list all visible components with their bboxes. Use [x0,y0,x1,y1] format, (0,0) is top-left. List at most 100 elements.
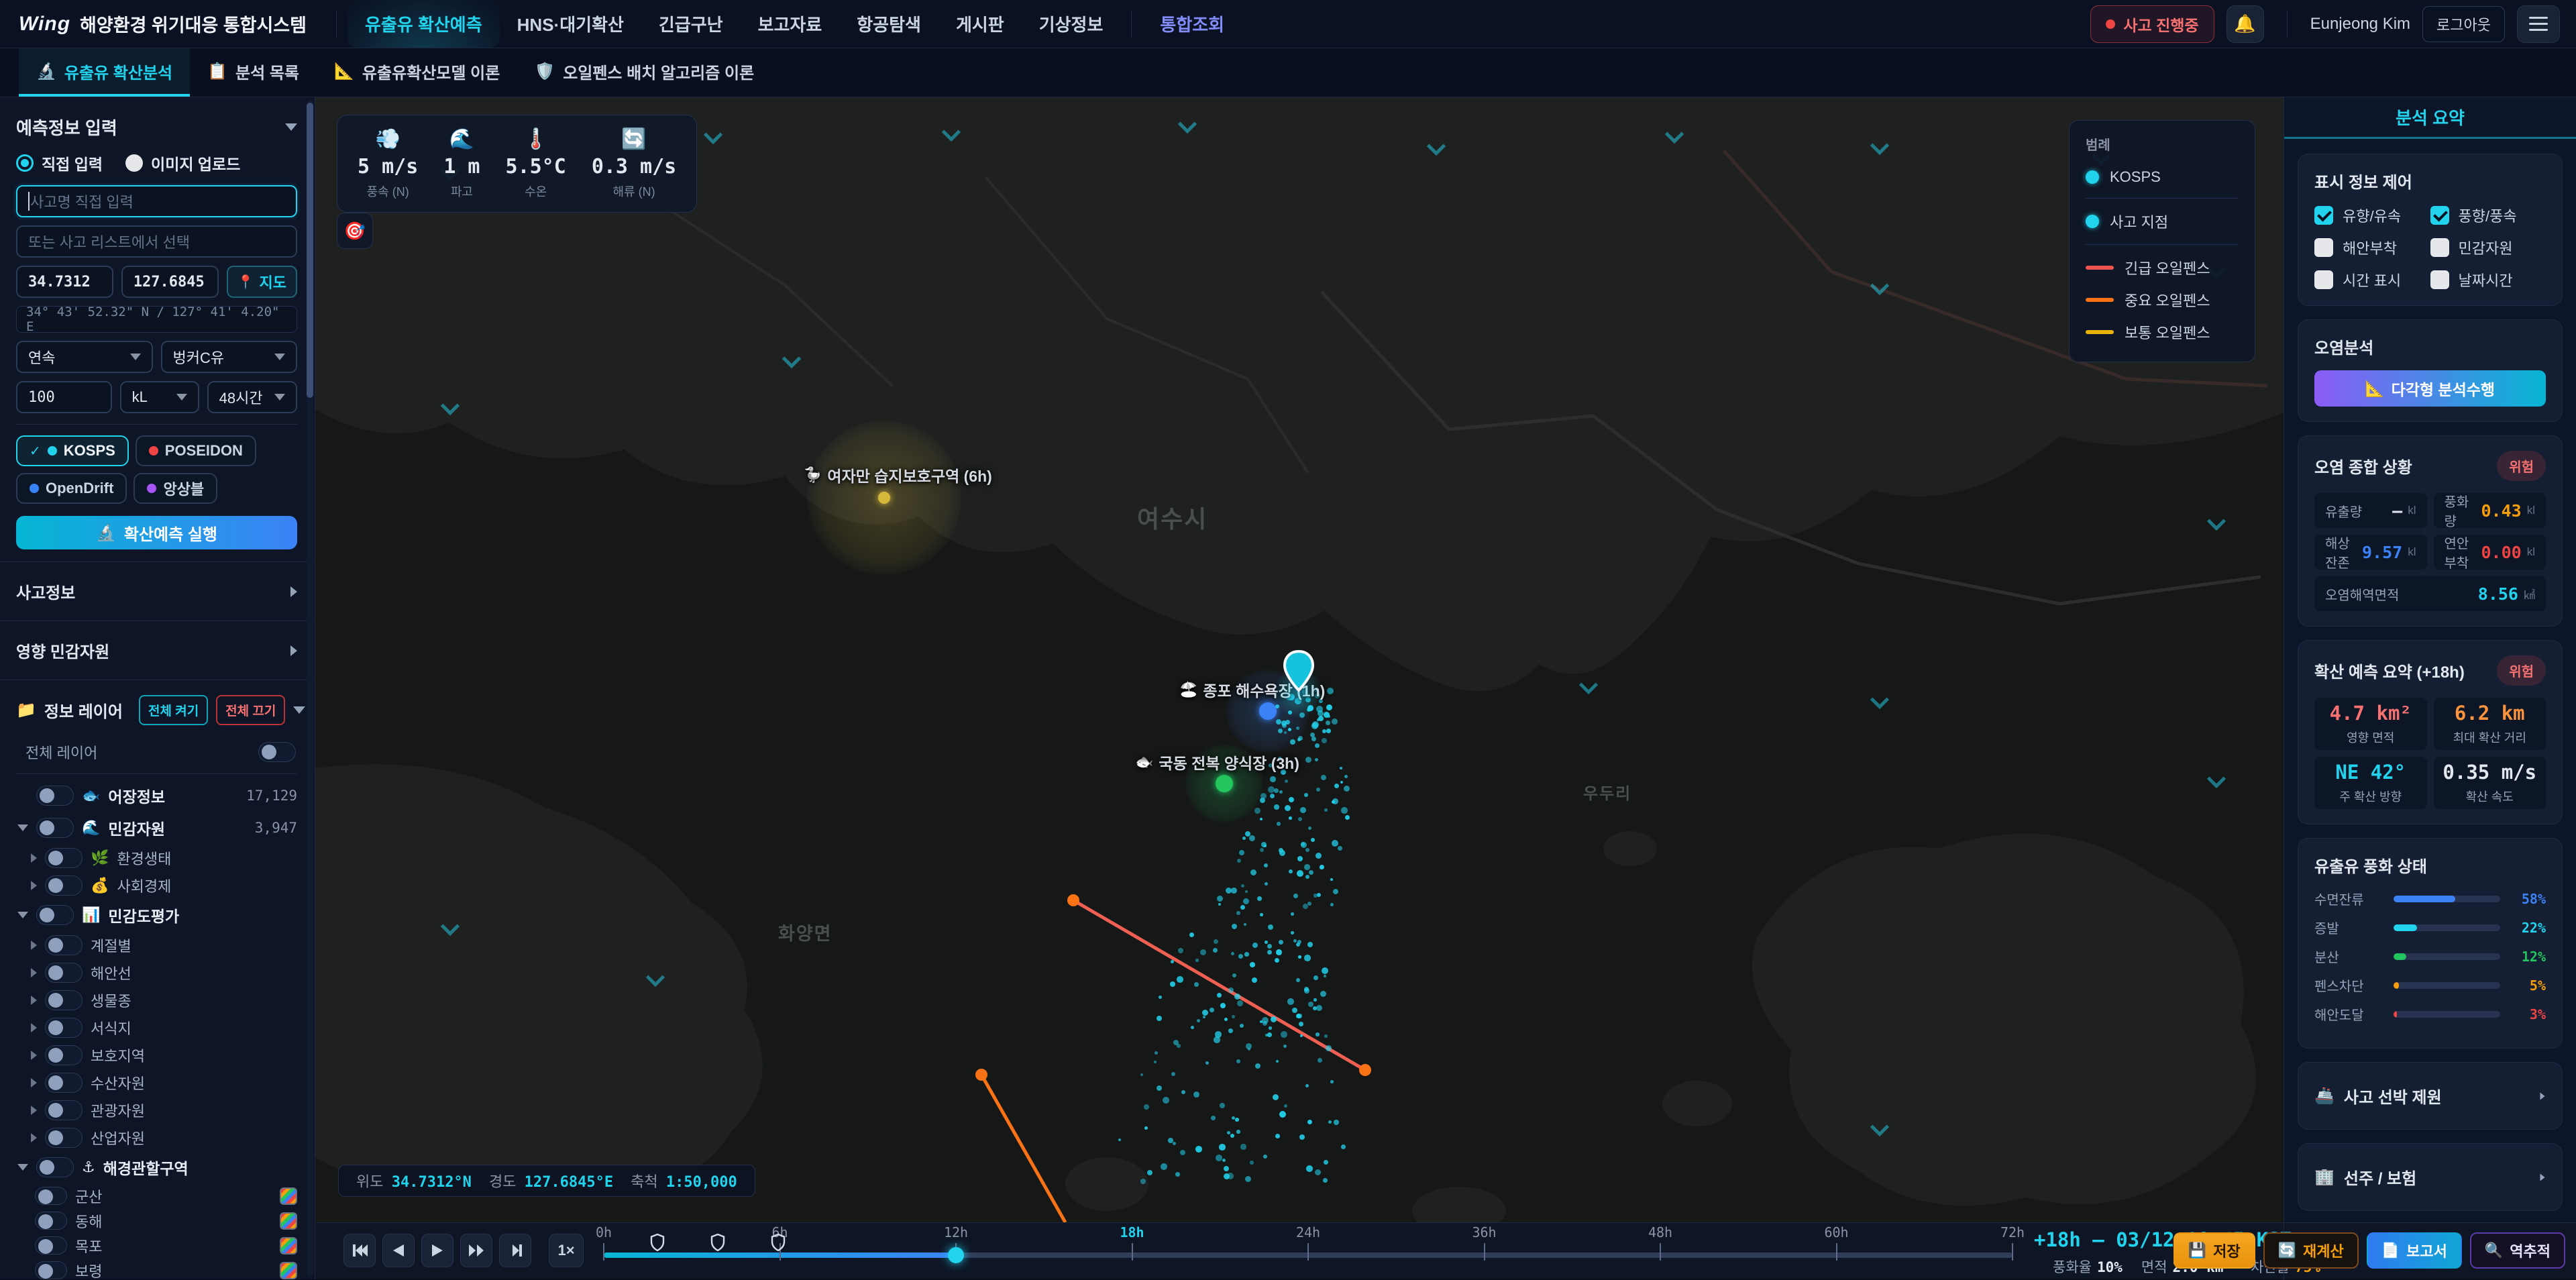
tab-4[interactable]: 🛡️오일펜스 배치 알고리즘 이론 [517,48,771,97]
nav-item-6[interactable]: 게시판 [938,0,1022,48]
layer-toggle[interactable] [45,1128,83,1148]
layer-row-해경관할구역[interactable]: ⚓해경관할구역 [16,1151,297,1183]
layer-row-서식지[interactable]: 서식지 [16,1014,297,1041]
nav-item-2[interactable]: HNS·대기확산 [500,0,641,48]
tab-2[interactable]: 📋분석 목록 [190,48,317,97]
layer-toggle[interactable] [35,1212,67,1230]
all-layers-off-button[interactable]: 전체 끄기 [216,695,285,725]
logout-button[interactable]: 로그아웃 [2422,6,2505,42]
model-chip-앙상블[interactable]: 앙상블 [133,473,217,504]
layer-row-환경생태[interactable]: 🌿환경생태 [16,844,297,871]
layer-row-목포[interactable]: 목포 [16,1233,297,1258]
display-checkbox-해안부착[interactable]: 해안부착 [2314,237,2430,258]
display-checkbox-민감자원[interactable]: 민감자원 [2430,237,2546,258]
oil-type-select[interactable]: 벙커C유 [161,341,298,373]
insurance-card[interactable]: 🏢 선주 / 보험 [2298,1143,2563,1211]
layer-toggle[interactable] [36,818,74,838]
recenter-target-button[interactable]: 🎯 [337,213,373,249]
collapse-icon[interactable] [285,123,297,131]
model-chip-POSEIDON[interactable]: POSEIDON [136,435,256,466]
run-prediction-button[interactable]: 🔬 확산예측 실행 [16,516,297,549]
all-layers-toggle[interactable] [258,742,296,762]
all-layers-on-button[interactable]: 전체 켜기 [139,695,208,725]
layer-toggle[interactable] [45,848,83,868]
collapse-icon[interactable] [293,706,305,714]
timeline-slider[interactable]: 0h6h12h18h24h36h48h60h72h [604,1223,2012,1280]
map-canvas[interactable]: 여수시화양면우두리🦆여자만 습지보호구역 (6h)🏖️종포 해수욕장 (1h)🐟… [315,97,2284,1222]
layer-toggle[interactable] [36,1157,74,1177]
radio-direct-input[interactable]: 직접 입력 [16,152,103,174]
layer-row-해안선[interactable]: 해안선 [16,959,297,986]
latitude-input[interactable]: 34.7312 [16,266,113,298]
model-chip-KOSPS[interactable]: ✓KOSPS [16,435,129,466]
역추적-button[interactable]: 🔍역추적 [2470,1232,2565,1269]
layer-row-민감도평가[interactable]: 📊민감도평가 [16,899,297,931]
longitude-input[interactable]: 127.6845 [121,266,219,298]
nav-item-8[interactable]: 통합조회 [1142,0,1242,48]
layer-toggle[interactable] [35,1236,67,1255]
incident-list-select[interactable]: 또는 사고 리스트에서 선택 [16,225,297,258]
skip-end-button[interactable] [499,1234,531,1267]
display-checkbox-날짜시간[interactable]: 날짜시간 [2430,269,2546,290]
tab-3[interactable]: 📐유출유확산모델 이론 [317,48,517,97]
layer-toggle[interactable] [35,1187,67,1205]
polygon-analysis-button[interactable]: 📐 다각형 분석수행 [2314,370,2546,407]
재계산-button[interactable]: 🔄재계산 [2263,1232,2359,1269]
layer-toggle[interactable] [35,1261,67,1279]
layer-row-동해[interactable]: 동해 [16,1208,297,1233]
radio-image-upload[interactable]: 이미지 업로드 [125,152,240,174]
unit-select[interactable]: kL [120,381,199,413]
layer-toggle[interactable] [36,786,74,806]
duration-select[interactable]: 48시간 [207,381,297,413]
timeline-thumb[interactable] [948,1247,964,1263]
skip-start-button[interactable] [343,1234,376,1267]
nav-item-5[interactable]: 항공탐색 [839,0,938,48]
layer-toggle[interactable] [45,963,83,983]
layer-toggle[interactable] [45,1100,83,1120]
fast-forward-button[interactable] [460,1234,492,1267]
amount-input[interactable]: 100 [16,381,112,413]
model-chip-OpenDrift[interactable]: OpenDrift [16,473,127,504]
incident-name-input[interactable]: 사고명 직접 입력 [16,185,297,217]
저장-button[interactable]: 💾저장 [2174,1232,2255,1269]
nav-item-4[interactable]: 보고자료 [741,0,840,48]
layer-toggle[interactable] [36,905,74,925]
playback-speed-button[interactable]: 1× [549,1234,584,1267]
incident-info-section[interactable]: 사고정보 [0,562,315,621]
layer-toggle[interactable] [45,1045,83,1065]
nav-item-7[interactable]: 기상정보 [1022,0,1121,48]
sidebar-scrollbar-thumb[interactable] [307,103,313,398]
vessel-info-card[interactable]: 🚢 사고 선박 제원 [2298,1062,2563,1130]
layer-toggle[interactable] [45,935,83,955]
layer-row-수산자원[interactable]: 수산자원 [16,1069,297,1096]
display-checkbox-풍향/풍속[interactable]: 풍향/풍속 [2430,205,2546,226]
layer-toggle[interactable] [45,1018,83,1038]
play-button[interactable] [421,1234,453,1267]
layer-toggle[interactable] [45,875,83,896]
layer-toggle[interactable] [45,1073,83,1093]
display-checkbox-유향/유속[interactable]: 유향/유속 [2314,205,2430,226]
layer-row-생물종[interactable]: 생물종 [16,986,297,1014]
incident-pin-icon[interactable] [1283,650,1315,696]
impact-resources-section[interactable]: 영향 민감자원 [0,621,315,680]
nav-item-1[interactable]: 유출유 확산예측 [347,0,500,48]
layer-row-어장정보[interactable]: 🐟어장정보17,129 [16,780,297,812]
layer-row-보호지역[interactable]: 보호지역 [16,1041,297,1069]
layer-row-사회경제[interactable]: 💰사회경제 [16,871,297,899]
layer-toggle[interactable] [45,990,83,1010]
layer-row-산업자원[interactable]: 산업자원 [16,1124,297,1151]
pick-on-map-button[interactable]: 📍 지도 [227,266,297,298]
tab-1[interactable]: 🔬유출유 확산분석 [19,48,190,97]
display-checkbox-시간 표시[interactable]: 시간 표시 [2314,269,2430,290]
layer-row-관광자원[interactable]: 관광자원 [16,1096,297,1124]
layer-row-계절별[interactable]: 계절별 [16,931,297,959]
layer-row-보령[interactable]: 보령 [16,1258,297,1279]
notifications-button[interactable]: 🔔 [2226,5,2264,43]
step-back-button[interactable] [382,1234,415,1267]
보고서-button[interactable]: 📄보고서 [2367,1232,2462,1269]
layer-row-민감자원[interactable]: 🌊민감자원3,947 [16,812,297,844]
layer-row-군산[interactable]: 군산 [16,1183,297,1208]
spill-type-select[interactable]: 연속 [16,341,153,373]
menu-button[interactable] [2517,5,2560,43]
nav-item-3[interactable]: 긴급구난 [641,0,741,48]
